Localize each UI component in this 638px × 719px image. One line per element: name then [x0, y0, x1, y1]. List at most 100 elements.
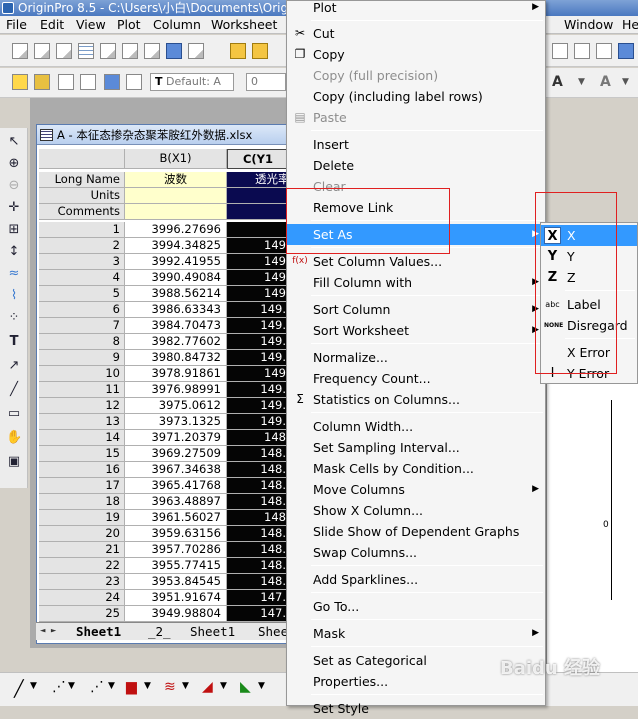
tab-sheet-more[interactable]: Shee — [258, 624, 288, 639]
cell-b[interactable]: 3953.84545 — [125, 574, 227, 590]
zoom-out-icon[interactable]: ⊖ — [6, 178, 22, 194]
chevron-down-icon-9[interactable]: ▼ — [258, 681, 265, 691]
column-header-b[interactable]: B(X1) — [125, 149, 227, 169]
cell-c[interactable]: 149 — [227, 286, 289, 302]
row-number[interactable]: 8 — [39, 334, 125, 350]
pen-icon[interactable] — [12, 74, 28, 90]
row-number[interactable]: 10 — [39, 366, 125, 382]
row-number[interactable]: 13 — [39, 414, 125, 430]
cell-b[interactable]: 3986.63343 — [125, 302, 227, 318]
marker-icon[interactable] — [80, 74, 96, 90]
cell-b[interactable]: 3978.91861 — [125, 366, 227, 382]
comments-b[interactable] — [125, 204, 227, 220]
chevron-down-icon-3[interactable]: ▼ — [30, 681, 37, 691]
new-function-icon[interactable] — [100, 43, 116, 59]
cell-c[interactable] — [227, 222, 289, 238]
text-color-icon[interactable]: A — [552, 74, 568, 90]
cell-c[interactable]: 148 — [227, 430, 289, 446]
menu-item-plot[interactable]: Plot ▶ — [287, 0, 545, 18]
cell-c[interactable]: 148. — [227, 446, 289, 462]
row-number[interactable]: 14 — [39, 430, 125, 446]
line-plot-icon[interactable]: ╱ — [14, 679, 24, 698]
row-number[interactable]: 23 — [39, 574, 125, 590]
corner-cell[interactable] — [39, 149, 125, 169]
cell-c[interactable]: 148. — [227, 478, 289, 494]
units-c[interactable] — [227, 188, 289, 204]
new-matrix-icon[interactable] — [78, 43, 94, 59]
region-tool-icon[interactable]: ▣ — [6, 454, 22, 470]
menu-item-statistics-on-columns[interactable]: Σ Statistics on Columns... — [287, 389, 545, 410]
menu-column[interactable]: Column — [153, 17, 201, 33]
menu-plot[interactable]: Plot — [117, 17, 141, 33]
region-select-icon[interactable]: ⌇ — [6, 288, 22, 304]
cell-c[interactable]: 149. — [227, 302, 289, 318]
chevron-down-icon-6[interactable]: ▼ — [144, 681, 151, 691]
cell-b[interactable]: 3988.56214 — [125, 286, 227, 302]
cell-c[interactable]: 148 — [227, 510, 289, 526]
menu-item-copy-including-label-rows[interactable]: Copy (including label rows) — [287, 86, 545, 107]
cell-b[interactable]: 3951.91674 — [125, 590, 227, 606]
row-number[interactable]: 24 — [39, 590, 125, 606]
column-plot-icon[interactable]: ▆ — [126, 679, 137, 695]
row-number[interactable]: 2 — [39, 238, 125, 254]
cell-c[interactable]: 149 — [227, 270, 289, 286]
hand-tool-icon[interactable]: ✋ — [6, 430, 22, 446]
chevron-down-icon-7[interactable]: ▼ — [182, 681, 189, 691]
row-number[interactable]: 16 — [39, 462, 125, 478]
cell-b[interactable]: 3971.20379 — [125, 430, 227, 446]
cell-b[interactable]: 3996.27696 — [125, 222, 227, 238]
tool-icon[interactable] — [34, 74, 50, 90]
cell-b[interactable]: 3965.41768 — [125, 478, 227, 494]
cell-b[interactable]: 3959.63156 — [125, 526, 227, 542]
row-number[interactable]: 15 — [39, 446, 125, 462]
column-header-c[interactable]: C(Y1 — [227, 149, 289, 169]
cell-c[interactable]: 149. — [227, 382, 289, 398]
menu-item-column-width[interactable]: Column Width... — [287, 416, 545, 437]
cell-c[interactable]: 149 — [227, 254, 289, 270]
new-layout-icon[interactable] — [122, 43, 138, 59]
rectangle-tool-icon[interactable]: ▭ — [6, 406, 22, 422]
cell-b[interactable]: 3949.98804 — [125, 606, 227, 622]
menu-item-sort-column[interactable]: Sort Column ▶ — [287, 299, 545, 320]
menu-help[interactable]: He — [622, 17, 638, 33]
cell-c[interactable]: 148. — [227, 574, 289, 590]
tab-2[interactable]: _2_ — [148, 624, 171, 639]
scatter-select-icon[interactable]: ⁘ — [6, 310, 22, 326]
screen-reader-icon[interactable]: ⊞ — [6, 222, 22, 238]
zoom-in-icon[interactable]: ⊕ — [6, 156, 22, 172]
cell-c[interactable]: 149. — [227, 398, 289, 414]
cell-b[interactable]: 3975.0612 — [125, 398, 227, 414]
menu-item-sort-worksheet[interactable]: Sort Worksheet ▶ — [287, 320, 545, 341]
cell-b[interactable]: 3963.48897 — [125, 494, 227, 510]
menu-item-cut[interactable]: ✂ Cut — [287, 23, 545, 44]
cell-c[interactable]: 149. — [227, 318, 289, 334]
3d-plot-icon[interactable]: ◣ — [240, 679, 251, 695]
text-tool-icon[interactable]: T — [6, 334, 22, 350]
menu-item-copy-full-precision[interactable]: Copy (full precision) — [287, 65, 545, 86]
new-notes-icon[interactable] — [144, 43, 160, 59]
chevron-down-icon-4[interactable]: ▼ — [68, 681, 75, 691]
menu-worksheet[interactable]: Worksheet — [211, 17, 277, 33]
cell-c[interactable]: 149 — [227, 238, 289, 254]
menu-item-copy[interactable]: ❐ Copy — [287, 44, 545, 65]
menu-edit[interactable]: Edit — [40, 17, 64, 33]
brush-icon[interactable] — [58, 74, 74, 90]
menu-item-show-x-column[interactable]: Show X Column... — [287, 500, 545, 521]
open-folder-icon[interactable] — [230, 43, 246, 59]
cell-c[interactable]: 148. — [227, 494, 289, 510]
layer-icon[interactable] — [104, 74, 120, 90]
workbook-title-bar[interactable]: A - 本征态掺杂态聚苯胺红外数据.xlsx — [37, 125, 287, 145]
cell-b[interactable]: 3984.70473 — [125, 318, 227, 334]
units-b[interactable] — [125, 188, 227, 204]
menu-item-normalize[interactable]: Normalize... — [287, 347, 545, 368]
cell-b[interactable]: 3994.34825 — [125, 238, 227, 254]
arrange-icon[interactable] — [126, 74, 142, 90]
row-number[interactable]: 5 — [39, 286, 125, 302]
row-number[interactable]: 6 — [39, 302, 125, 318]
crosshair-icon[interactable]: ✛ — [6, 200, 22, 216]
cell-b[interactable]: 3957.70286 — [125, 542, 227, 558]
draw-data-icon[interactable]: ≈ — [6, 266, 22, 282]
chevron-down-icon[interactable]: ▼ — [578, 74, 594, 90]
tab-sheet1-active[interactable]: Sheet1 — [76, 624, 121, 639]
row-number[interactable]: 22 — [39, 558, 125, 574]
